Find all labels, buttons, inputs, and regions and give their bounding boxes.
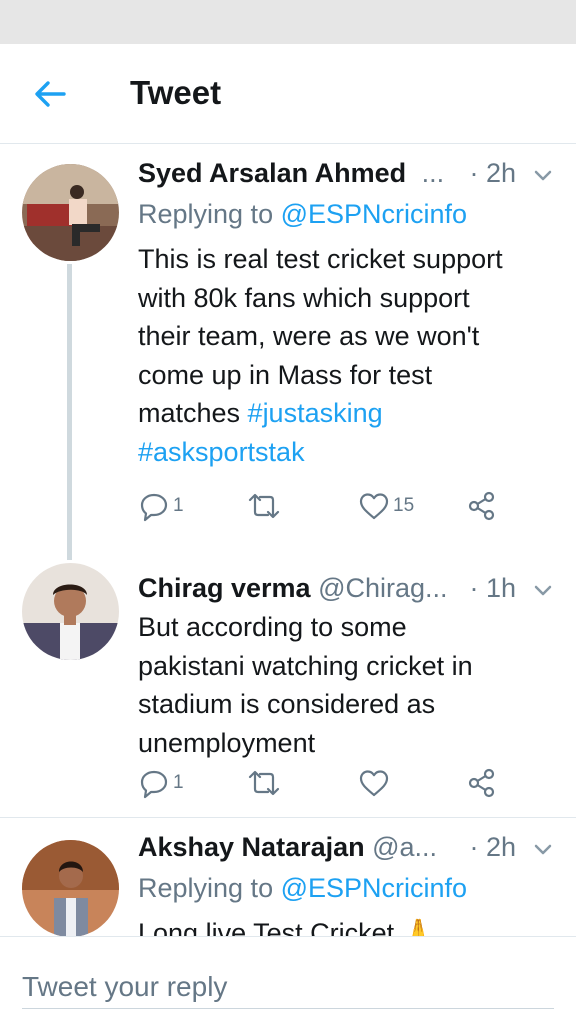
like-button[interactable]: 15 [358,486,414,526]
tweet-actions: 1 [138,763,558,803]
tweet-time: · 2h [469,158,516,188]
tweet-text-line: unemployment [138,727,316,758]
tweet-text-line: pakistani watching cricket in [138,650,473,681]
tweet-text-line: with 80k fans which support [138,282,470,313]
like-count: 15 [393,495,415,516]
arrow-left-icon [35,81,66,107]
reply-composer [0,936,576,1024]
replying-to: Replying to @ESPNcricinfo [138,199,467,230]
retweet-button[interactable] [246,763,285,803]
tweet-item[interactable]: Syed Arsalan Ahmed ... · 2h Replying to … [0,144,576,560]
reply-button[interactable]: 1 [138,763,184,803]
author-name[interactable]: Chirag verma [138,573,311,603]
tweet-header: Akshay Natarajan @a... · 2h [138,832,558,868]
thread-line [67,264,72,560]
reply-count: 1 [173,772,184,793]
tweet-item[interactable]: Chirag verma @Chirag... · 1h But accordi… [0,559,576,817]
tweet-actions: 1 15 [138,486,558,526]
avatar-image [22,563,119,660]
mention-link[interactable]: @ESPNcricinfo [281,199,467,229]
tweet-text-line: stadium is considered as [138,689,436,719]
hashtag-link[interactable]: #asksportstak [138,437,305,467]
retweet-button[interactable] [246,486,285,526]
tweet-text-line: Long live Test Cricket 🙏 [138,918,436,936]
hashtag-link[interactable]: #justasking [248,398,383,428]
mention-link[interactable]: @ESPNcricinfo [281,873,467,903]
tweet-time: · 1h [469,573,516,603]
page-title: Tweet [130,74,222,111]
more-options-button[interactable] [528,162,558,190]
author-handle: ... [421,158,445,188]
tweet-header: Syed Arsalan Ahmed ... · 2h [138,158,558,194]
heart-icon [359,493,389,520]
replying-to-label: Replying to [138,873,281,903]
tweet-text-fragment: matches [138,398,248,428]
avatar-image [22,840,119,936]
status-bar [0,0,576,44]
heart-icon [359,770,389,797]
share-button[interactable] [466,486,498,526]
tweet-item[interactable]: Akshay Natarajan @a... · 2h Replying to … [0,818,576,936]
more-options-button[interactable] [528,577,558,605]
avatar[interactable] [22,840,119,936]
tweet-text-line: This is real test cricket support [138,244,503,274]
retweet-icon [248,770,280,796]
reply-thread[interactable]: Syed Arsalan Ahmed ... · 2h Replying to … [0,144,576,936]
chevron-down-icon [534,844,552,855]
reply-icon [140,493,168,522]
author-name[interactable]: Akshay Natarajan [138,832,365,862]
tweet-time: · 2h [469,832,516,862]
share-button[interactable] [466,763,498,803]
retweet-icon [248,493,280,519]
share-icon [468,768,495,798]
replying-to: Replying to @ESPNcricinfo [138,873,467,904]
more-options-button[interactable] [528,836,558,864]
app-header: Tweet [0,44,576,144]
tweet-text-line: #asksportstak [138,433,558,472]
avatar-image [22,164,119,261]
like-button[interactable] [358,763,393,803]
tweet-text-line: their team, were as we won't [138,321,480,351]
reply-count: 1 [173,495,184,516]
reply-button[interactable]: 1 [138,486,184,526]
avatar[interactable] [22,164,119,261]
author-name[interactable]: Syed Arsalan Ahmed [138,158,406,188]
share-icon [468,491,495,521]
reply-icon [140,770,168,799]
tweet-header: Chirag verma @Chirag... · 1h [138,573,558,609]
avatar[interactable] [22,563,119,660]
tweet-text: Long live Test Cricket 🙏 [138,914,558,936]
replying-to-label: Replying to [138,199,281,229]
back-button[interactable] [28,72,72,116]
reply-input[interactable] [22,959,554,1009]
tweet-text-line: But according to some [138,612,407,642]
chevron-down-icon [534,585,552,596]
author-handle: @Chirag... [310,573,448,603]
tweet-text-line: come up in Mass for test [138,359,433,390]
chevron-down-icon [534,170,552,181]
tweet-text: But according to some pakistani watching… [138,608,558,762]
author-handle: @a... [364,832,438,862]
tweet-text: This is real test cricket support with 8… [138,240,558,471]
tweet-text-line: matches #justasking [138,394,558,433]
